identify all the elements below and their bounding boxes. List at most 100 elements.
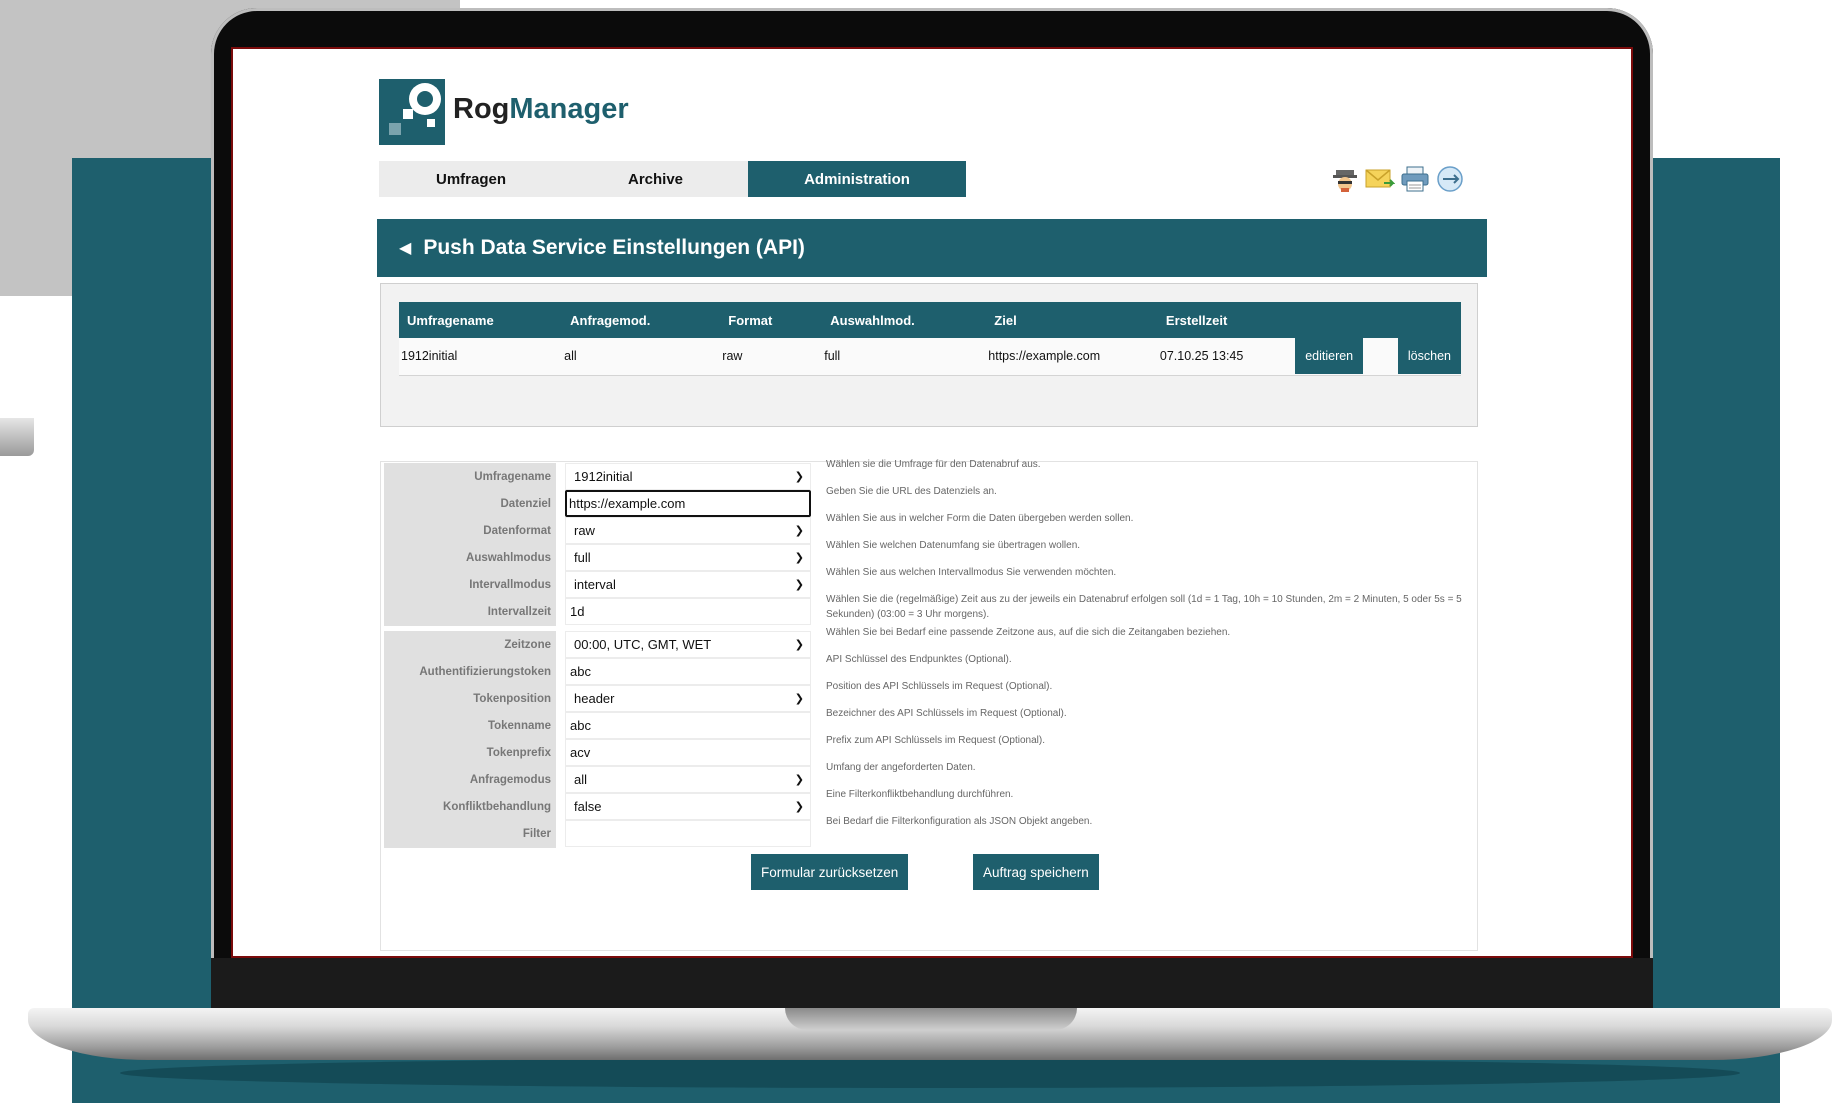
chevron-down-icon: ❯ — [794, 774, 804, 786]
column-header-format[interactable]: Format — [720, 302, 822, 338]
column-header-auswahlmodus[interactable]: Auswahlmod. — [822, 302, 986, 338]
field-label: Datenziel — [384, 490, 556, 518]
intervallzeit-input[interactable]: 1d — [565, 598, 811, 625]
field-label: Zeitzone — [384, 631, 556, 659]
logo-gear-icon — [379, 79, 445, 145]
cell-anfragemodus: all — [564, 349, 577, 364]
tokenprefix-input[interactable]: acv — [565, 739, 811, 766]
chevron-down-icon: ❯ — [794, 639, 804, 651]
select-value: false — [574, 799, 602, 814]
column-header-ziel[interactable]: Ziel — [986, 302, 1158, 338]
table-header-row: Umfragename Anfragemod. Format Auswahlmo… — [399, 302, 1461, 338]
printer-icon[interactable] — [1400, 164, 1430, 194]
field-help: Wählen Sie welchen Datenumfang sie übert… — [826, 540, 1081, 551]
cell-umfragename: 1912initial — [401, 349, 458, 364]
agent-icon[interactable] — [1330, 164, 1360, 194]
konfliktbehandlung-select[interactable]: false ❯ — [565, 793, 811, 820]
field-label: Tokenposition — [384, 685, 556, 713]
field-help: Position des API Schlüssels im Request (… — [826, 681, 1053, 692]
field-help: Wählen Sie bei Bedarf eine passende Zeit… — [826, 627, 1231, 638]
logo-wordmark: RogManager — [453, 93, 629, 126]
cell-delete: löschen — [1396, 338, 1461, 375]
jobs-table: Umfragename Anfragemod. Format Auswahlmo… — [399, 302, 1461, 376]
column-header-edit — [1293, 302, 1396, 338]
laptop-chin — [211, 958, 1653, 1010]
chevron-down-icon: ❯ — [794, 693, 804, 705]
field-help: Wählen sie die Umfrage für den Datenabru… — [826, 459, 1041, 470]
laptop-hinge-notch — [785, 1008, 1077, 1030]
main-nav: Umfragen Archive Administration — [379, 161, 966, 197]
reset-form-button[interactable]: Formular zurücksetzen — [751, 854, 909, 890]
tab-umfragen[interactable]: Umfragen — [379, 161, 563, 197]
field-help: Eine Filterkonfliktbehandlung durchführe… — [826, 789, 1014, 800]
auswahlmodus-select[interactable]: full ❯ — [565, 544, 811, 571]
column-header-delete — [1396, 302, 1461, 338]
tokenposition-select[interactable]: header ❯ — [565, 685, 811, 712]
zeitzone-select[interactable]: 00:00, UTC, GMT, WET ❯ — [565, 631, 811, 658]
select-value: 1912initial — [574, 469, 633, 484]
select-value: raw — [574, 523, 595, 538]
cell-ziel: https://example.com — [988, 349, 1101, 364]
field-label: Tokenprefix — [384, 739, 556, 767]
tokenname-input[interactable]: abc — [565, 712, 811, 739]
field-help: API Schlüssel des Endpunktes (Optional). — [826, 654, 1012, 665]
field-label: Filter — [384, 820, 556, 848]
authentifizierungstoken-input[interactable]: abc — [565, 658, 811, 685]
anfragemodus-select[interactable]: all ❯ — [565, 766, 811, 793]
select-value: full — [574, 550, 591, 565]
select-value: header — [574, 691, 615, 706]
cell-edit: editieren — [1293, 338, 1396, 375]
field-help: Bei Bedarf die Filterkonfiguration als J… — [826, 816, 1093, 827]
filter-input[interactable] — [565, 820, 811, 847]
laptop-screen: RogManager Umfragen Archive Administrati… — [231, 47, 1633, 958]
select-value: all — [574, 772, 588, 787]
select-value: interval — [574, 577, 616, 592]
column-header-erstellzeit[interactable]: Erstellzeit — [1158, 302, 1293, 338]
intervallmodus-select[interactable]: interval ❯ — [565, 571, 811, 598]
cell-erstellzeit: 07.10.25 13:45 — [1159, 349, 1244, 364]
back-arrow-icon[interactable]: ◀ — [399, 238, 411, 258]
field-help: Umfang der angeforderten Daten. — [826, 762, 976, 773]
logo-text-manager: Manager — [509, 93, 629, 125]
field-label: Intervallmodus — [384, 571, 556, 599]
page-title: Push Data Service Einstellungen (API) — [423, 236, 805, 259]
edit-button[interactable]: editieren — [1295, 338, 1364, 375]
app-container: RogManager Umfragen Archive Administrati… — [377, 49, 1487, 956]
field-label: Intervallzeit — [384, 598, 556, 626]
cell-format: raw — [722, 349, 743, 364]
form-row-intervallzeit: Intervallzeit 1d Wählen Sie die (regelmä… — [384, 594, 1474, 626]
datenformat-select[interactable]: raw ❯ — [565, 517, 811, 544]
field-label: Auswahlmodus — [384, 544, 556, 572]
chevron-down-icon: ❯ — [794, 471, 804, 483]
field-label: Authentifizierungstoken — [384, 658, 556, 686]
logo-text-rog: Rog — [453, 93, 510, 125]
field-help: Wählen Sie aus welchen Intervallmodus Si… — [826, 567, 1117, 578]
field-help: Wählen Sie aus in welcher Form die Daten… — [826, 513, 1134, 524]
column-header-anfragemodus[interactable]: Anfragemod. — [562, 302, 720, 338]
umfragename-select[interactable]: 1912initial ❯ — [565, 463, 811, 490]
logout-icon[interactable] — [1435, 164, 1465, 194]
mail-icon[interactable] — [1365, 164, 1395, 194]
toolbar — [1330, 164, 1465, 194]
chevron-down-icon: ❯ — [794, 801, 804, 813]
field-label: Datenformat — [384, 517, 556, 545]
chevron-down-icon: ❯ — [794, 552, 804, 564]
field-label: Tokenname — [384, 712, 556, 740]
field-help: Wählen Sie die (regelmäßige) Zeit aus zu… — [826, 594, 1462, 620]
field-label: Umfragename — [384, 463, 556, 491]
delete-button[interactable]: löschen — [1397, 338, 1461, 375]
settings-form: Umfragename 1912initial ❯ Wählen sie die … — [380, 459, 1479, 951]
column-header-umfragename[interactable]: Umfragename — [399, 302, 562, 338]
section-header: ◀ Push Data Service Einstellungen (API) — [377, 219, 1487, 277]
background-decoration — [0, 418, 34, 456]
tab-archive[interactable]: Archive — [563, 161, 748, 197]
datenziel-input[interactable]: https://example.com — [565, 490, 811, 517]
tab-administration[interactable]: Administration — [748, 161, 966, 197]
laptop-shadow — [120, 1058, 1740, 1088]
chevron-down-icon: ❯ — [794, 525, 804, 537]
form-actions: Formular zurücksetzen Auftrag speichern — [381, 854, 1479, 890]
logo[interactable]: RogManager — [379, 79, 629, 149]
cell-auswahlmodus: full — [824, 349, 841, 364]
save-job-button[interactable]: Auftrag speichern — [973, 854, 1099, 890]
chevron-down-icon: ❯ — [794, 579, 804, 591]
